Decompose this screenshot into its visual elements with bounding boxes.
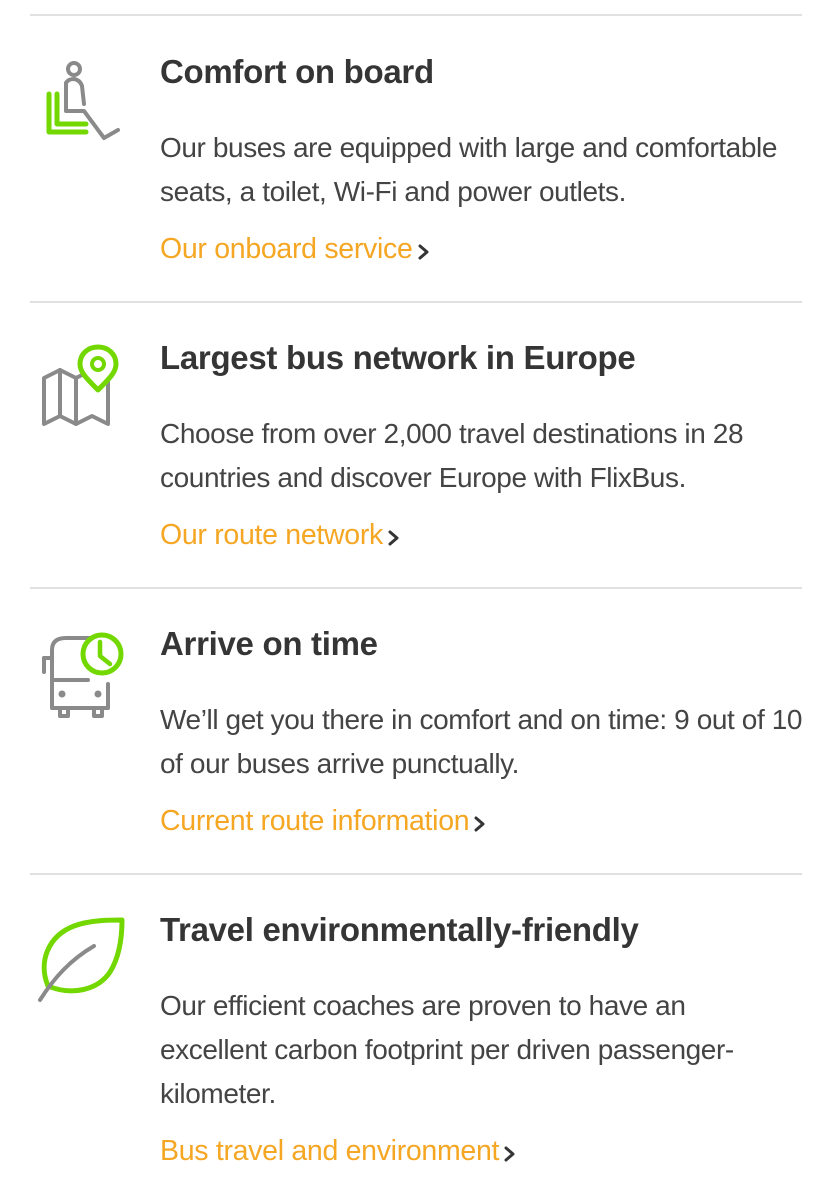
divider [30,14,802,16]
onboard-service-link[interactable]: Our onboard service [160,231,431,267]
feature-title: Comfort on board [160,53,434,90]
feature-description: Our buses are equipped with large and co… [160,132,778,207]
chevron-right-icon [387,528,401,548]
link-label: Bus travel and environment [160,1135,500,1167]
bus-environment-link[interactable]: Bus travel and environment [160,1133,517,1169]
link-label: Our route network [160,519,383,551]
feature-description: Our efficient coaches are proven to have… [160,990,734,1109]
bus-clock-icon [38,628,130,720]
seat-icon [38,56,130,148]
map-pin-icon [36,342,128,434]
link-label: Current route information [160,805,470,837]
divider [30,301,802,303]
divider [30,587,802,589]
route-network-link[interactable]: Our route network [160,517,401,553]
feature-title: Travel environmentally-friendly [160,911,639,948]
divider [30,873,802,875]
chevron-right-icon [503,1144,517,1164]
chevron-right-icon [417,242,431,262]
leaf-icon [34,912,126,1004]
feature-description: We’ll get you there in comfort and on ti… [160,704,803,779]
feature-description: Choose from over 2,000 travel destinatio… [160,418,744,493]
feature-title: Arrive on time [160,625,378,662]
chevron-right-icon [473,814,487,834]
route-information-link[interactable]: Current route information [160,803,487,839]
feature-title: Largest bus network in Europe [160,339,636,376]
link-label: Our onboard service [160,233,413,265]
